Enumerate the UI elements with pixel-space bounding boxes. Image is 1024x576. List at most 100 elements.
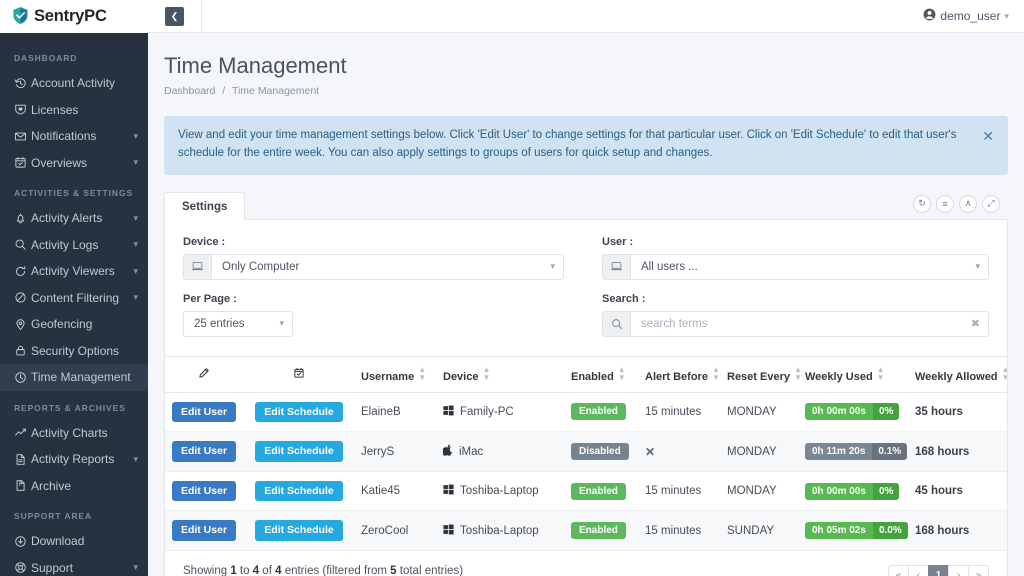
column-header-weekly-allowed[interactable]: Weekly Allowed ▲ ▼ bbox=[909, 355, 1007, 393]
edit-schedule-button[interactable]: Edit Schedule bbox=[255, 441, 343, 462]
time-management-table: Username ▲ ▼ Device ▲ ▼ Enabled ▲ ▼ Alert Before ▲… bbox=[165, 355, 1007, 551]
clear-circle-icon[interactable]: ✖ bbox=[971, 317, 980, 330]
sidebar-item-activity-logs[interactable]: Activity Logs ▾ bbox=[0, 232, 148, 259]
sort-arrows-icon[interactable]: ▲ ▼ bbox=[618, 365, 626, 382]
sidebar-item-activity-viewers[interactable]: Activity Viewers ▾ bbox=[0, 258, 148, 285]
sort-arrows-icon[interactable]: ▲ ▼ bbox=[1002, 365, 1007, 382]
cell-alert-before: ✕ bbox=[639, 431, 721, 472]
prev-page-button[interactable]: ‹ bbox=[908, 565, 929, 576]
column-header-label: Enabled bbox=[571, 370, 614, 383]
edit-user-button[interactable]: Edit User bbox=[171, 520, 237, 541]
column-header-weekly-used[interactable]: Weekly Used ▲ ▼ bbox=[799, 355, 909, 393]
sidebar-item-archive[interactable]: Archive bbox=[0, 473, 148, 500]
windows-icon bbox=[443, 484, 454, 498]
edit-schedule-button[interactable]: Edit Schedule bbox=[255, 401, 343, 423]
showing-end: total entries) bbox=[396, 565, 464, 576]
cell-edit-user: Edit User bbox=[165, 392, 243, 433]
filters-row: Device : Only Computer ▾ Per Page: 25 e… bbox=[165, 220, 1007, 356]
cell-username: JerryS bbox=[355, 431, 437, 472]
topbar-divider bbox=[201, 0, 202, 33]
tab-settings[interactable]: Settings bbox=[164, 191, 246, 220]
column-header-username[interactable]: Username ▲ ▼ bbox=[355, 355, 437, 393]
sidebar-item-download[interactable]: Download bbox=[0, 528, 148, 555]
user-menu-label: demo_user bbox=[940, 9, 1001, 23]
chevron-up-icon[interactable]: ∧ bbox=[959, 194, 977, 213]
sidebar-item-geofencing[interactable]: Geofencing bbox=[0, 311, 148, 338]
per-page-select[interactable]: 25 entries ▾ bbox=[183, 310, 293, 337]
table-row: Edit User Edit Schedule Katie45 Toshiba-Lap… bbox=[165, 471, 1007, 512]
sort-arrows-icon[interactable]: ▲ ▼ bbox=[877, 365, 885, 382]
sidebar-item-content-filtering[interactable]: Content Filtering ▾ bbox=[0, 285, 148, 312]
laptop-icon bbox=[602, 253, 630, 280]
sort-arrows-icon[interactable]: ▲ ▼ bbox=[418, 365, 426, 382]
search-field[interactable]: search terms ✖ bbox=[602, 310, 989, 337]
filters-right: User : All users ... ▾ Search : search t… bbox=[586, 236, 989, 350]
column-header-pencil-icon bbox=[165, 355, 243, 393]
expand-icon[interactable]: ⤢ bbox=[982, 194, 1000, 213]
last-page-button[interactable]: » bbox=[968, 565, 989, 576]
sort-arrows-icon[interactable]: ▲ ▼ bbox=[482, 365, 490, 382]
user-select[interactable]: All users ... ▾ bbox=[602, 253, 989, 280]
next-page-button[interactable]: › bbox=[948, 565, 969, 576]
chevron-down-icon: ▾ bbox=[550, 261, 555, 272]
edit-user-button[interactable]: Edit User bbox=[171, 441, 237, 462]
table-row: Edit User Edit Schedule ZeroCool Toshiba-La… bbox=[165, 510, 1007, 551]
sidebar-item-account-activity[interactable]: Account Activity bbox=[0, 70, 148, 97]
search-input[interactable]: search terms bbox=[641, 318, 707, 330]
user-menu[interactable]: demo_user ▾ bbox=[923, 8, 1009, 24]
sidebar-item-support[interactable]: Support ▾ bbox=[0, 555, 148, 576]
user-select-value-wrap: All users ... ▾ bbox=[630, 253, 989, 280]
column-header-reset-every[interactable]: Reset Every ▲ ▼ bbox=[721, 355, 802, 393]
column-header-enabled[interactable]: Enabled ▲ ▼ bbox=[565, 355, 639, 393]
main-area: ❮ demo_user ▾ Time Management Dashboard … bbox=[148, 0, 1024, 576]
breadcrumb-current: Time Management bbox=[231, 85, 320, 97]
page-title: Time Management bbox=[164, 53, 347, 78]
column-header-label: Weekly Allowed bbox=[915, 370, 998, 383]
device-name: iMac bbox=[459, 445, 484, 458]
column-header-alert-before[interactable]: Alert Before ▲ ▼ bbox=[639, 355, 721, 393]
cell-device: Toshiba-Laptop bbox=[437, 471, 565, 512]
cell-alert-before: 15 minutes bbox=[639, 471, 721, 512]
sidebar-item-activity-reports[interactable]: Activity Reports ▾ bbox=[0, 446, 148, 473]
sidebar-item-activity-alerts[interactable]: Activity Alerts ▾ bbox=[0, 205, 148, 232]
status-badge: Enabled bbox=[571, 482, 626, 500]
close-icon[interactable]: ✕ bbox=[982, 127, 994, 143]
refresh-icon[interactable]: ↻ bbox=[913, 194, 931, 213]
sort-arrows-icon[interactable]: ▲ ▼ bbox=[794, 365, 802, 382]
sidebar-item-security-options[interactable]: Security Options bbox=[0, 338, 148, 365]
sidebar-item-overviews[interactable]: Overviews ▾ bbox=[0, 150, 148, 177]
sidebar-item-notifications[interactable]: Notifications ▾ bbox=[0, 123, 148, 150]
edit-schedule-button[interactable]: Edit Schedule bbox=[255, 520, 343, 541]
column-header-device[interactable]: Device ▲ ▼ bbox=[437, 355, 565, 393]
brand-name: SentryPC bbox=[34, 7, 107, 25]
cell-edit-user: Edit User bbox=[165, 471, 243, 512]
search-icon bbox=[14, 238, 31, 251]
sidebar-item-time-management[interactable]: Time Management bbox=[0, 364, 148, 391]
sort-arrows-icon[interactable]: ▲ ▼ bbox=[712, 365, 720, 382]
sidebar-item-licenses[interactable]: Licenses bbox=[0, 97, 148, 124]
table-row: Edit User Edit Schedule JerryS iMac Disabled… bbox=[165, 431, 1007, 472]
edit-schedule-button[interactable]: Edit Schedule bbox=[255, 480, 343, 502]
sidebar-item-activity-charts[interactable]: Activity Charts bbox=[0, 420, 148, 447]
filter-sliders-icon[interactable]: ≡ bbox=[936, 194, 954, 213]
sidebar-collapse-button[interactable]: ❮ bbox=[165, 6, 184, 26]
bell-icon bbox=[14, 212, 31, 225]
clock-icon bbox=[14, 371, 31, 384]
edit-user-button[interactable]: Edit User bbox=[171, 401, 237, 423]
device-select[interactable]: Only Computer ▾ bbox=[183, 253, 564, 280]
cell-weekly-used: 0h 05m 02s 0.0% bbox=[799, 510, 909, 551]
search-label: Search : bbox=[602, 292, 646, 305]
pagination: «‹ 1 ›» bbox=[888, 565, 989, 576]
breadcrumb-root[interactable]: Dashboard bbox=[164, 85, 215, 97]
page-1-button[interactable]: 1 bbox=[928, 565, 949, 576]
settings-card: Device : Only Computer ▾ Per Page: 25 e… bbox=[164, 219, 1008, 576]
search-icon bbox=[602, 310, 630, 337]
sidebar-item-label: Activity Logs bbox=[31, 237, 99, 252]
edit-user-button[interactable]: Edit User bbox=[171, 480, 237, 502]
panel-toolbar: ↻ ≡ ∧ ⤢ bbox=[913, 194, 1000, 213]
brand-logo[interactable]: SentryPC bbox=[0, 0, 148, 33]
first-page-button[interactable]: « bbox=[888, 565, 909, 576]
cell-reset-every: MONDAY bbox=[721, 431, 799, 472]
weekly-used-percent: 0.0% bbox=[872, 522, 908, 540]
sidebar-item-label: Notifications bbox=[31, 129, 97, 144]
